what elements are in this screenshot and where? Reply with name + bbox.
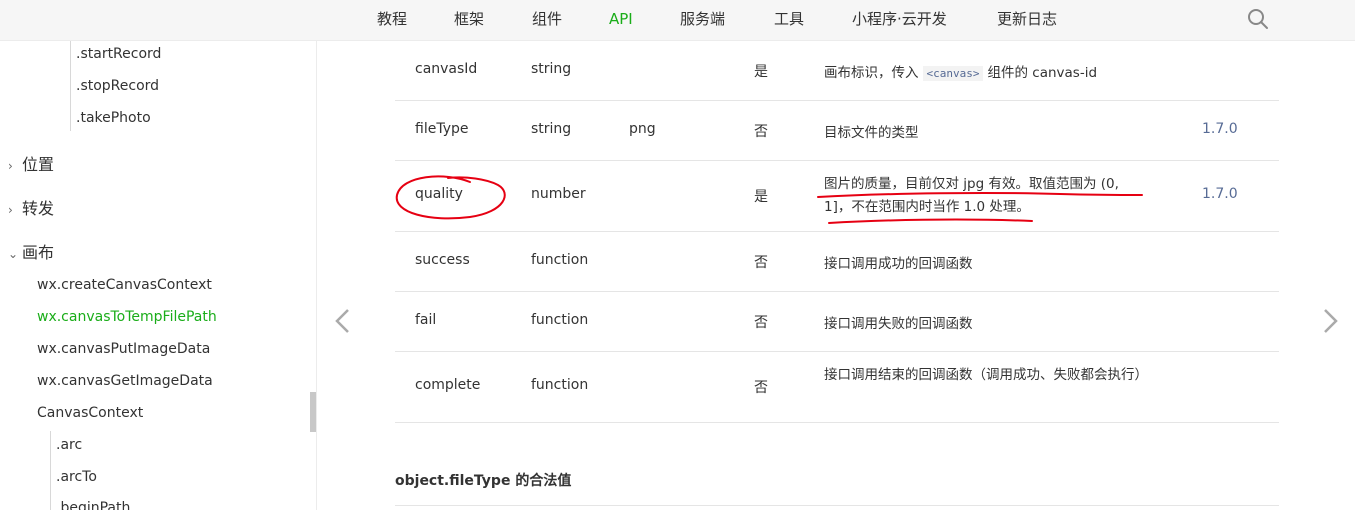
nav-item-changelog[interactable]: 更新日志 xyxy=(997,0,1057,40)
description-text: 组件的 canvas-id xyxy=(987,65,1098,81)
sidebar-group-label: 位置 xyxy=(22,155,55,174)
section-title: object.fileType 的合法值 xyxy=(395,473,572,489)
canvas-tag-code: <canvas> xyxy=(922,66,984,81)
param-required: 否 xyxy=(754,255,768,271)
param-required: 是 xyxy=(754,189,768,205)
table-row: fileType string png 否 目标文件的类型 1.7.0 xyxy=(395,101,1279,161)
param-description: 画布标识，传入 <canvas> 组件的 canvas-id xyxy=(824,61,1097,81)
param-type: function xyxy=(531,252,589,268)
sidebar-item-take-photo[interactable]: .takePhoto xyxy=(76,110,151,126)
table-row: complete function 否 接口调用结束的回调函数（调用成功、失败都… xyxy=(395,352,1279,423)
tree-guide-line xyxy=(70,41,71,131)
nav-item-framework[interactable]: 框架 xyxy=(454,0,484,40)
param-type: function xyxy=(531,377,589,393)
param-required: 否 xyxy=(754,124,768,140)
param-description: 接口调用失败的回调函数 xyxy=(824,316,973,332)
sidebar-group-label: 画布 xyxy=(22,243,55,262)
param-description: 目标文件的类型 xyxy=(824,125,919,141)
chevron-down-icon: ⌄ xyxy=(8,247,19,261)
param-required: 否 xyxy=(754,380,768,396)
param-description: 图片的质量，目前仅对 jpg 有效。取值范围为 (0, 1]，不在范围内时当作 … xyxy=(824,176,1119,215)
param-name: fail xyxy=(415,312,437,328)
sidebar-item-canvas-put-image-data[interactable]: wx.canvasPutImageData xyxy=(37,341,210,357)
tree-guide-line xyxy=(50,431,51,510)
param-type: function xyxy=(531,312,589,328)
param-description: 接口调用成功的回调函数 xyxy=(824,256,973,272)
table-row: fail function 否 接口调用失败的回调函数 xyxy=(395,292,1279,352)
chevron-right-icon: › xyxy=(8,203,13,217)
param-name: success xyxy=(415,252,470,268)
sidebar-item-canvas-to-temp-file-path[interactable]: wx.canvasToTempFilePath xyxy=(37,309,217,325)
param-name: quality xyxy=(415,186,463,202)
sidebar-scrollbar[interactable] xyxy=(310,392,316,432)
nav-item-tutorial[interactable]: 教程 xyxy=(377,0,407,40)
sidebar-item-start-record[interactable]: .startRecord xyxy=(76,46,161,62)
nav-item-cloud-dev[interactable]: 小程序·云开发 xyxy=(852,0,947,40)
param-default: png xyxy=(629,121,656,137)
param-name: complete xyxy=(415,377,481,393)
param-min-version[interactable]: 1.7.0 xyxy=(1202,186,1238,202)
nav-item-tools[interactable]: 工具 xyxy=(774,0,804,40)
param-type: number xyxy=(531,186,586,202)
param-min-version[interactable]: 1.7.0 xyxy=(1202,121,1238,137)
nav-item-api[interactable]: API xyxy=(609,0,633,40)
chevron-left-icon[interactable] xyxy=(334,308,352,334)
sidebar-group-canvas[interactable]: ⌄ 画布 xyxy=(8,239,54,263)
param-type: string xyxy=(531,61,572,77)
param-name: fileType xyxy=(415,121,469,137)
sidebar-item-canvas-context[interactable]: CanvasContext xyxy=(37,405,143,421)
table-row: canvasId string 是 画布标识，传入 <canvas> 组件的 can… xyxy=(395,41,1279,101)
param-description: 接口调用结束的回调函数（调用成功、失败都会执行） xyxy=(824,367,1148,383)
table-row: success function 否 接口调用成功的回调函数 xyxy=(395,232,1279,292)
top-navigation: 教程 框架 组件 API 服务端 工具 小程序·云开发 更新日志 xyxy=(0,0,1355,41)
table-row: quality number 是 图片的质量，目前仅对 jpg 有效。取值范围为… xyxy=(395,161,1279,232)
sidebar-item-create-canvas-context[interactable]: wx.createCanvasContext xyxy=(37,277,212,293)
param-required: 否 xyxy=(754,315,768,331)
search-icon[interactable] xyxy=(1247,8,1269,30)
sidebar-item-arc[interactable]: .arc xyxy=(56,437,82,453)
sidebar-item-arc-to[interactable]: .arcTo xyxy=(56,469,97,485)
nav-item-components[interactable]: 组件 xyxy=(532,0,562,40)
param-name: canvasId xyxy=(415,61,478,77)
sidebar-item-canvas-get-image-data[interactable]: wx.canvasGetImageData xyxy=(37,373,213,389)
param-required: 是 xyxy=(754,64,768,80)
param-type: string xyxy=(531,121,572,137)
sidebar-item-begin-path[interactable]: .beginPath xyxy=(56,500,130,510)
sidebar: .startRecord .stopRecord .takePhoto › 位置 … xyxy=(0,41,317,510)
nav-item-server[interactable]: 服务端 xyxy=(680,0,725,40)
chevron-right-icon: › xyxy=(8,159,13,173)
sidebar-group-location[interactable]: › 位置 xyxy=(8,151,54,175)
sidebar-group-share[interactable]: › 转发 xyxy=(8,195,54,219)
description-text: 画布标识，传入 xyxy=(824,65,919,81)
sidebar-item-stop-record[interactable]: .stopRecord xyxy=(76,78,159,94)
chevron-right-icon[interactable] xyxy=(1321,308,1339,334)
divider xyxy=(395,505,1279,506)
sidebar-group-label: 转发 xyxy=(22,199,55,218)
